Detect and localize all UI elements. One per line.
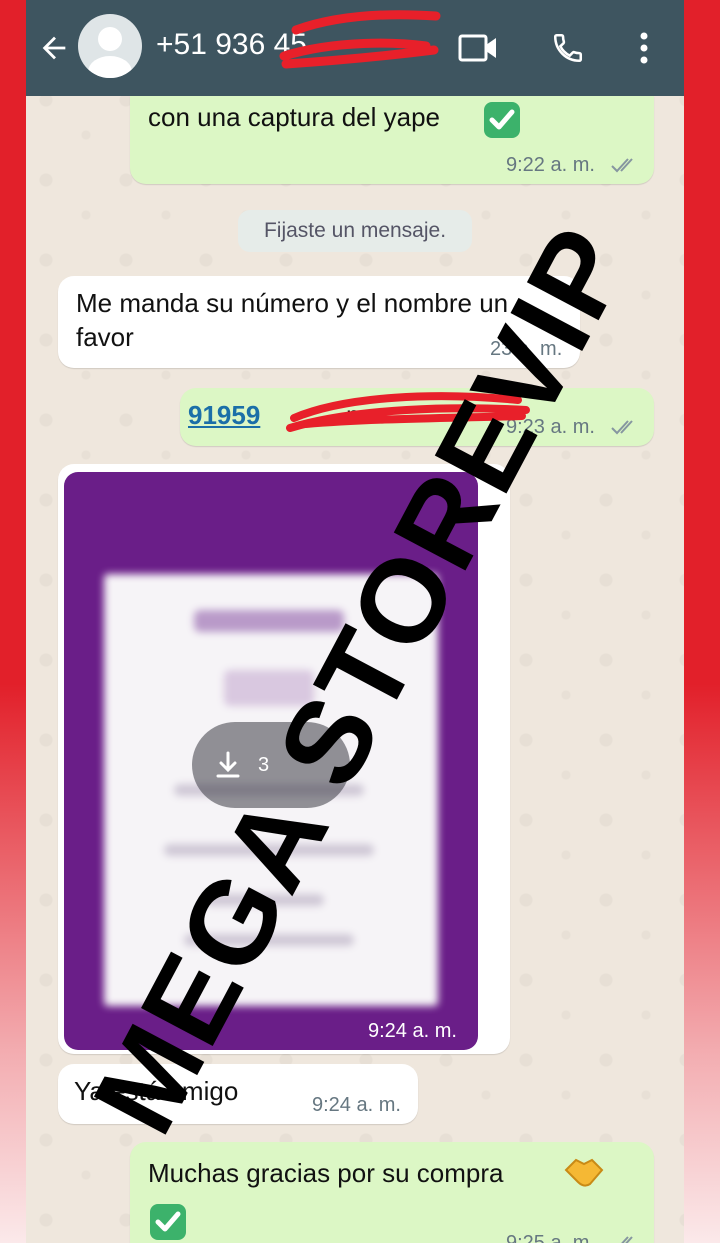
- message-text: Me manda su número y el nombre un: [76, 288, 509, 318]
- message-time: 9:24 a. m.: [368, 1020, 457, 1042]
- phone-number-link[interactable]: 91959: [188, 400, 260, 431]
- chat-screen: +51 936 45 con una captura del yape 9:22…: [26, 0, 684, 1243]
- message-text: Muchas gracias por su compra: [148, 1158, 504, 1188]
- read-ticks-icon: [621, 1236, 633, 1243]
- back-arrow-icon[interactable]: [34, 28, 74, 68]
- read-ticks-icon: [611, 158, 633, 173]
- avatar[interactable]: [78, 14, 142, 78]
- more-vert-icon[interactable]: [624, 28, 664, 68]
- redaction-scribble: [279, 10, 441, 69]
- message-outgoing[interactable]: Muchas gracias por su compra 9:25 a. m.: [130, 1142, 654, 1243]
- message-text: favor: [76, 322, 134, 352]
- message-time: 9:24 a. m.: [312, 1094, 401, 1116]
- phone-icon[interactable]: [548, 28, 588, 68]
- message-text: con una captura del yape: [148, 102, 440, 132]
- read-ticks-icon: [611, 420, 633, 435]
- check-mark-emoji-icon: [484, 102, 520, 138]
- system-notice: Fijaste un mensaje.: [238, 210, 472, 252]
- check-mark-emoji-icon: [150, 1204, 186, 1240]
- video-call-icon[interactable]: [458, 28, 498, 68]
- handshake-emoji-icon: [564, 1158, 604, 1187]
- chat-header: +51 936 45: [26, 0, 684, 96]
- message-time: 9:25 a. m.: [506, 1232, 595, 1243]
